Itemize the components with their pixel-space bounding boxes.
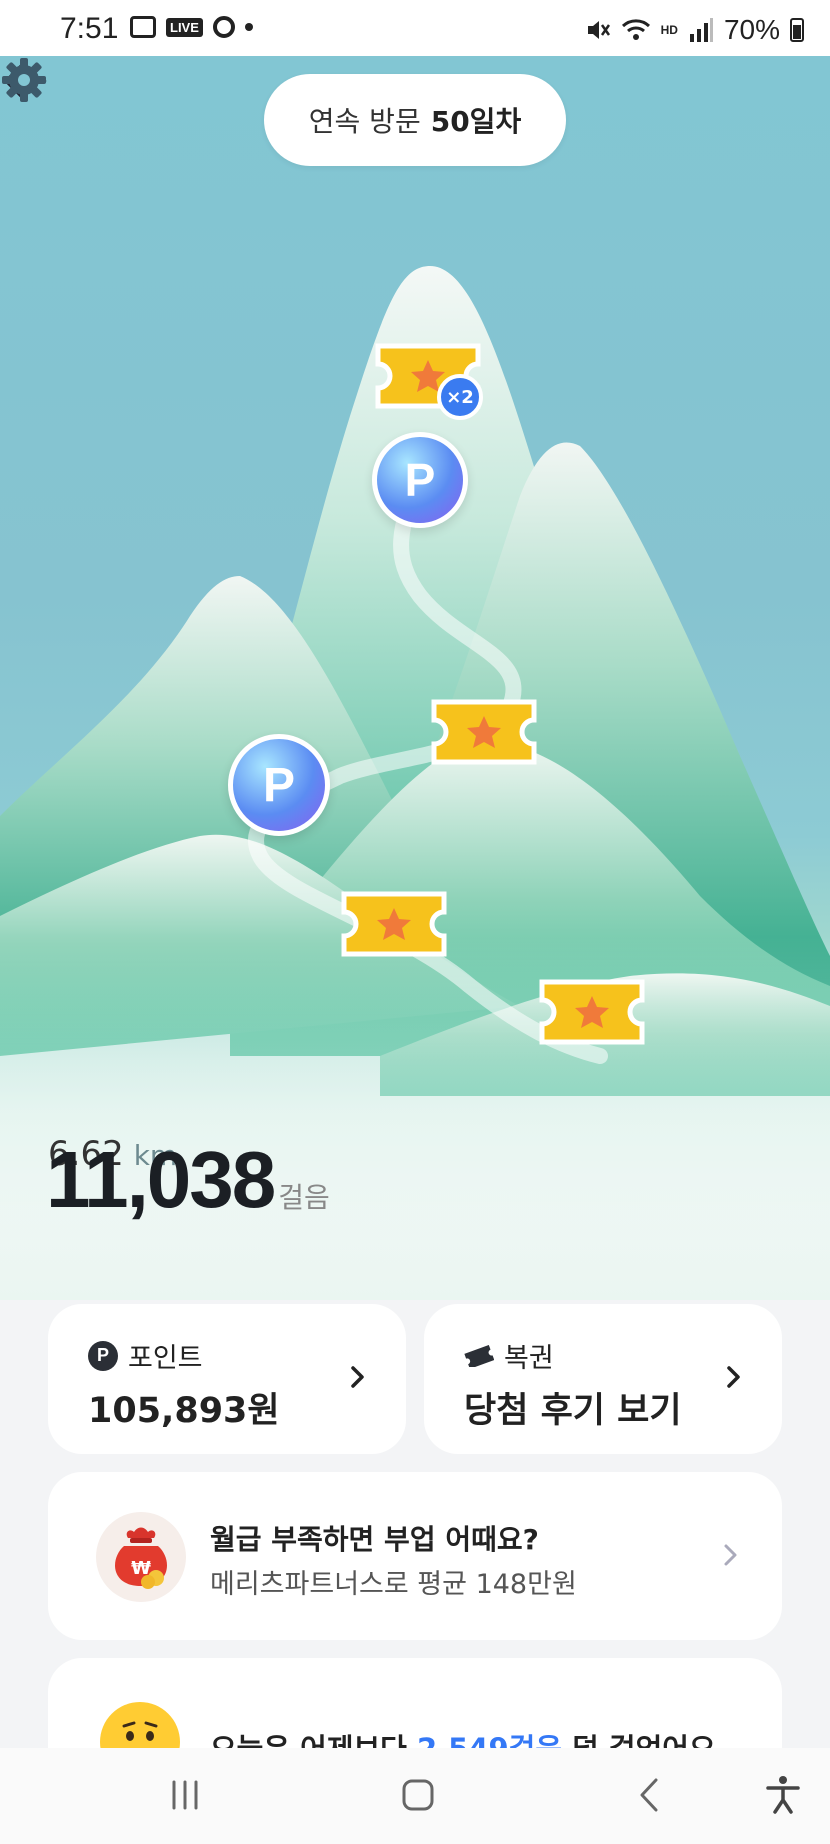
recent-apps-icon[interactable] — [160, 1770, 210, 1820]
ticket-icon[interactable] — [338, 888, 450, 960]
multiplier-badge: ×2 — [437, 374, 483, 420]
side-job-subtitle: 메리츠파트너스로 평균 148만원 — [210, 1569, 577, 1600]
point-marker-label: P — [262, 758, 295, 812]
visit-streak-badge: 연속 방문 50일차 — [264, 74, 566, 166]
point-marker-label: P — [404, 454, 436, 506]
points-balance: 105,893원 — [88, 1391, 280, 1431]
steps-readout: 11,038 걸음 — [46, 1134, 330, 1226]
signal-icon — [689, 18, 713, 42]
point-marker[interactable]: P — [372, 432, 468, 528]
status-time: 7:51 — [60, 12, 119, 45]
points-card-header: P 포인트 — [88, 1336, 203, 1375]
money-bag-icon: ₩ — [96, 1512, 186, 1602]
ticket-icon[interactable] — [536, 976, 648, 1048]
ticket-icon[interactable] — [428, 696, 540, 768]
live-icon: LIVE — [166, 17, 203, 37]
visit-streak-count: 50일차 — [430, 105, 522, 138]
mountain-illustration — [0, 266, 830, 1300]
wifi-icon — [621, 19, 650, 40]
point-icon: P — [88, 1340, 118, 1371]
status-notification-icons: LIVE — [130, 16, 253, 38]
mute-icon — [587, 21, 610, 39]
chevron-right-icon — [351, 1366, 364, 1388]
more-notifications-icon — [244, 23, 253, 31]
system-navigation-bar — [0, 1748, 830, 1844]
status-system-icons: HD 70% — [585, 14, 804, 46]
lottery-card-header: 복권 — [464, 1336, 554, 1375]
lottery-review-link: 당첨 후기 보기 — [464, 1391, 682, 1431]
back-icon[interactable] — [626, 1770, 676, 1820]
record-icon — [212, 16, 235, 38]
accessibility-icon[interactable] — [758, 1770, 808, 1820]
side-job-banner[interactable]: ₩ 월급 부족하면 부업 어때요? 메리츠파트너스로 평균 148만원 — [48, 1472, 782, 1640]
point-marker[interactable]: P — [228, 734, 330, 836]
side-job-title: 월급 부족하면 부업 어때요? — [210, 1523, 539, 1556]
gallery-icon — [130, 16, 156, 38]
chevron-right-icon — [724, 1544, 737, 1566]
hd-voice-icon: HD — [660, 22, 678, 37]
battery-icon — [790, 18, 804, 42]
points-card-title: 포인트 — [128, 1343, 203, 1374]
points-card[interactable]: P 포인트 105,893원 — [48, 1304, 406, 1454]
gear-icon[interactable] — [0, 56, 48, 104]
steps-unit: 걸음 — [278, 1181, 330, 1214]
walking-map: ×2 P P 연속 방문 50일차 6.62 km — [0, 56, 830, 1300]
battery-percent: 70% — [723, 14, 780, 45]
ticket-icon — [464, 1344, 494, 1367]
steps-value: 11,038 — [46, 1135, 276, 1224]
chevron-right-icon — [727, 1366, 740, 1388]
visit-streak-prefix: 연속 방문 — [308, 105, 421, 138]
home-icon[interactable] — [393, 1770, 443, 1820]
status-bar: 7:51 LIVE HD 70% — [0, 0, 830, 56]
lottery-card[interactable]: 복권 당첨 후기 보기 — [424, 1304, 782, 1454]
lottery-card-title: 복권 — [504, 1343, 554, 1374]
